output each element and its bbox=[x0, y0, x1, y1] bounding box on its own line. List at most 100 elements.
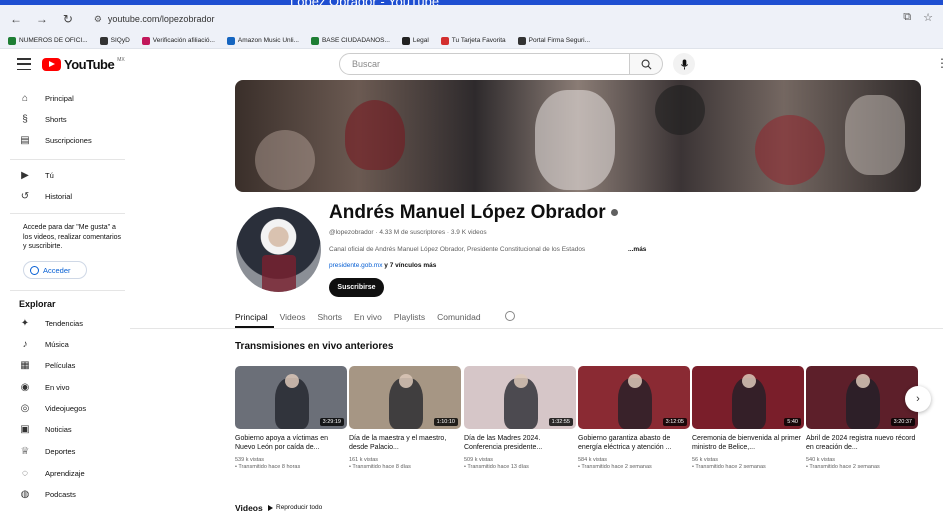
sidebar-item-historial[interactable]: ↺ Historial bbox=[0, 186, 130, 206]
channel-avatar[interactable] bbox=[236, 207, 321, 292]
video-time: • Transmitido hace 2 semanas bbox=[692, 464, 766, 470]
bookmark-star-icon[interactable]: ☆ bbox=[923, 11, 933, 24]
tab-comunidad[interactable]: Comunidad bbox=[431, 306, 486, 328]
video-card[interactable]: 1:32:55 Día de las Madres 2024. Conferenc… bbox=[464, 366, 576, 470]
channel-search-icon[interactable] bbox=[505, 311, 515, 321]
signin-button[interactable]: Acceder bbox=[23, 261, 87, 279]
video-views: 584 k vistas bbox=[578, 457, 608, 463]
reload-icon[interactable]: ↻ bbox=[58, 9, 78, 29]
bookmark-item[interactable]: Verificación afiliació... bbox=[141, 36, 215, 45]
thumbnail-figure bbox=[285, 374, 299, 388]
next-arrow-icon[interactable]: › bbox=[905, 386, 931, 412]
bookmark-item[interactable]: Tu Tarjeta Favorita bbox=[440, 36, 506, 45]
sidebar-item-label: Noticias bbox=[45, 424, 72, 434]
url-input[interactable]: ⚙ youtube.com/lopezobrador bbox=[86, 9, 943, 29]
verified-icon bbox=[610, 209, 618, 217]
signin-label: Acceder bbox=[43, 265, 71, 275]
video-title[interactable]: Día de las Madres 2024. Conferencia pres… bbox=[464, 434, 576, 452]
bookmark-label: SIQyD bbox=[110, 37, 130, 44]
bookmark-favicon-icon bbox=[226, 36, 235, 45]
more-links-button[interactable]: y 7 vínculos más bbox=[384, 262, 436, 269]
sidebar-item-videojuegos[interactable]: ◎ Videojuegos bbox=[0, 398, 130, 418]
video-card[interactable]: 5:40 Ceremonia de bienvenida al primer mi… bbox=[692, 366, 804, 470]
subscribe-button[interactable]: Suscribirse bbox=[329, 278, 384, 297]
video-thumbnail[interactable]: 1:32:55 bbox=[464, 366, 576, 429]
sidebar-item-en-vivo[interactable]: ◉ En vivo bbox=[0, 377, 130, 397]
video-thumbnail[interactable]: 3:12:05 bbox=[578, 366, 690, 429]
video-duration: 1:32:55 bbox=[548, 418, 573, 426]
search-input[interactable]: Buscar bbox=[339, 53, 630, 75]
video-thumbnail[interactable]: 1:10:10 bbox=[349, 366, 461, 429]
voice-search-button[interactable] bbox=[673, 53, 695, 75]
description-more-link[interactable]: ...más bbox=[628, 246, 646, 253]
bookmarks-bar: NUMEROS DE OFICI... SIQyD Verificación afi… bbox=[0, 33, 943, 49]
sidebar-item-noticias[interactable]: ▣ Noticias bbox=[0, 419, 130, 439]
thumbnail-figure bbox=[856, 374, 870, 388]
tab-en-vivo[interactable]: En vivo bbox=[348, 306, 388, 328]
video-duration: 3:29:19 bbox=[319, 418, 344, 426]
video-time: • Transmitido hace 2 semanas bbox=[806, 464, 880, 470]
tab-principal[interactable]: Principal bbox=[235, 306, 274, 328]
sidebar-item-label: Historial bbox=[45, 191, 73, 201]
sidebar-item-label: Videojuegos bbox=[45, 403, 87, 413]
tab-videos[interactable]: Videos bbox=[274, 306, 312, 328]
channel-name-text: Andrés Manuel López Obrador bbox=[329, 202, 606, 223]
bookmark-item[interactable]: BASE CIUDADANOS... bbox=[310, 36, 390, 45]
bookmark-item[interactable]: NUMEROS DE OFICI... bbox=[8, 36, 88, 45]
play-all-button[interactable]: Reproducir todo bbox=[268, 504, 322, 511]
bookmark-item[interactable]: Portal Firma Seguri... bbox=[517, 36, 590, 45]
sidebar-item-aprendizaje[interactable]: ◌ Aprendizaje bbox=[0, 463, 130, 483]
bookmark-favicon-icon bbox=[440, 36, 449, 45]
url-text: youtube.com/lopezobrador bbox=[107, 14, 215, 24]
video-card[interactable]: 1:10:10 Día de la maestra y el maestro, d… bbox=[349, 366, 461, 470]
search-icon bbox=[641, 59, 651, 69]
tabs-divider bbox=[130, 328, 943, 329]
bookmark-favicon-icon bbox=[141, 36, 150, 45]
site-info-icon[interactable]: ⚙ bbox=[94, 14, 102, 25]
video-title[interactable]: Ceremonia de bienvenida al primer minist… bbox=[692, 434, 804, 452]
video-card[interactable]: 3:29:19 Gobierno apoya a víctimas en Nuev… bbox=[235, 366, 347, 470]
open-in-app-icon[interactable]: ⧉ bbox=[903, 11, 911, 24]
sidebar-item-suscripciones[interactable]: ▤ Suscripciones bbox=[0, 130, 130, 150]
search-button[interactable] bbox=[630, 53, 663, 75]
video-title[interactable]: Gobierno garantiza abasto de energía elé… bbox=[578, 434, 690, 452]
video-title[interactable]: Abril de 2024 registra nuevo récord en c… bbox=[806, 434, 918, 452]
tab-playlists[interactable]: Playlists bbox=[388, 306, 431, 328]
bookmark-favicon-icon bbox=[8, 36, 16, 45]
video-title[interactable]: Día de la maestra y el maestro, desde Pa… bbox=[349, 434, 461, 452]
video-thumbnail[interactable]: 3:29:19 bbox=[235, 366, 347, 429]
bookmark-item[interactable]: Legal bbox=[401, 36, 429, 45]
podcasts-icon: ◍ bbox=[20, 488, 30, 500]
more-options-icon[interactable]: ⋮ bbox=[936, 56, 943, 70]
back-arrow-icon[interactable]: ← bbox=[6, 9, 26, 29]
video-thumbnail[interactable]: 5:40 bbox=[692, 366, 804, 429]
sidebar-item-shorts[interactable]: § Shorts bbox=[0, 109, 130, 129]
explore-title: Explorar bbox=[19, 299, 56, 309]
sidebar-item-t-[interactable]: ▶ Tú bbox=[0, 165, 130, 185]
video-views: 540 k vistas bbox=[806, 457, 836, 463]
channel-description[interactable]: Canal oficial de Andrés Manuel López Obr… bbox=[329, 246, 585, 253]
video-title[interactable]: Gobierno apoya a víctimas en Nuevo León … bbox=[235, 434, 347, 452]
sidebar-item-podcasts[interactable]: ◍ Podcasts bbox=[0, 484, 130, 504]
account-icon bbox=[30, 265, 39, 275]
music-icon: ♪ bbox=[22, 338, 28, 350]
sidebar-item-principal[interactable]: ⌂ Principal bbox=[0, 88, 130, 108]
shorts-icon: § bbox=[22, 113, 28, 125]
channel-website-link[interactable]: presidente.gob.mx bbox=[329, 262, 382, 269]
video-card[interactable]: 3:12:05 Gobierno garantiza abasto de ener… bbox=[578, 366, 690, 470]
sidebar-item-pel-culas[interactable]: ▦ Películas bbox=[0, 355, 130, 375]
sidebar-item-m-sica[interactable]: ♪ Música bbox=[0, 334, 130, 354]
forward-arrow-icon[interactable]: → bbox=[32, 9, 52, 29]
sidebar-item-tendencias[interactable]: ✦ Tendencias bbox=[0, 313, 130, 333]
sidebar-item-deportes[interactable]: ♕ Deportes bbox=[0, 441, 130, 461]
video-thumbnail[interactable]: 3:20:37 bbox=[806, 366, 918, 429]
bookmark-item[interactable]: Amazon Music Unli... bbox=[226, 36, 299, 45]
video-card[interactable]: 3:20:37 Abril de 2024 registra nuevo réco… bbox=[806, 366, 918, 470]
tab-shorts[interactable]: Shorts bbox=[311, 306, 348, 328]
bookmark-item[interactable]: SIQyD bbox=[99, 36, 130, 45]
sidebar-item-label: Tú bbox=[45, 170, 54, 180]
history-icon: ↺ bbox=[20, 190, 30, 202]
youtube-header: YouTube MX Buscar ⋮ bbox=[0, 50, 943, 80]
menu-icon[interactable] bbox=[17, 58, 31, 70]
youtube-logo[interactable]: YouTube MX bbox=[42, 57, 125, 72]
